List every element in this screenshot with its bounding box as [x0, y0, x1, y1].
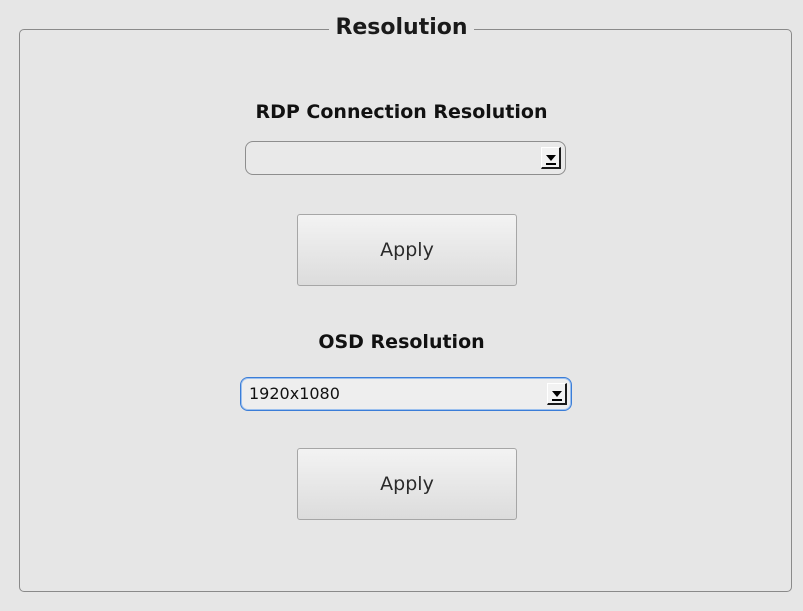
dropdown-arrow-icon[interactable]	[541, 147, 561, 169]
rdp-apply-button[interactable]: Apply	[297, 214, 517, 286]
osd-resolution-select-value: 1920x1080	[249, 384, 340, 403]
rdp-resolution-label: RDP Connection Resolution	[255, 101, 548, 123]
dropdown-arrow-icon[interactable]	[547, 383, 567, 405]
osd-apply-button[interactable]: Apply	[297, 448, 517, 520]
resolution-panel: Resolution RDP Connection Resolution App…	[0, 0, 803, 611]
osd-resolution-label: OSD Resolution	[318, 331, 485, 353]
osd-resolution-select[interactable]: 1920x1080	[240, 377, 572, 411]
rdp-resolution-select[interactable]	[245, 141, 566, 175]
